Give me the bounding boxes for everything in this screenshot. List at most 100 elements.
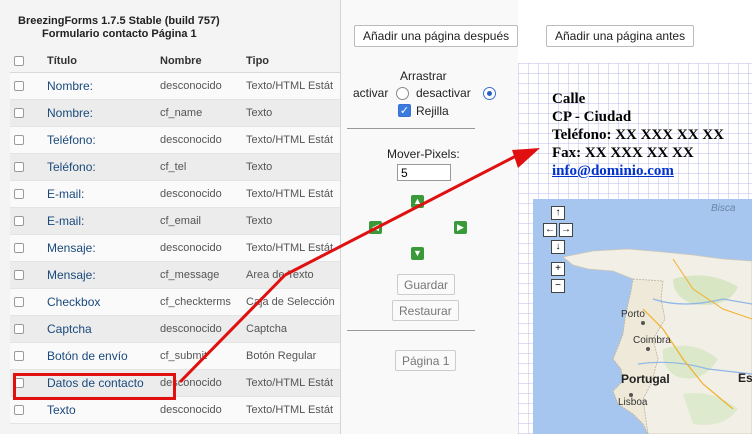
row-checkbox[interactable] xyxy=(14,269,24,280)
map-country-partial: Es xyxy=(738,371,752,385)
elements-table: Título Nombre Tipo Nombre: desconocido Tex… xyxy=(10,50,340,424)
row-title-link[interactable]: Botón de envío xyxy=(43,342,156,370)
form-canvas[interactable]: Calle CP - Ciudad Teléfono: XX XXX XX XX… xyxy=(518,63,752,434)
move-pixels-label: Mover-Pixels: xyxy=(387,147,460,161)
map-zoom-out-button[interactable]: − xyxy=(551,279,565,293)
grid-checkbox[interactable]: ✓ xyxy=(398,104,411,117)
row-title-link[interactable]: Mensaje: xyxy=(43,261,156,289)
table-row[interactable]: E-mail: desconocido Texto/HTML Estát xyxy=(10,180,340,208)
row-select-cell xyxy=(10,288,43,316)
table-row[interactable]: Checkbox cf_checkterms Caja de Selección xyxy=(10,288,340,316)
row-name: cf_submit xyxy=(156,342,242,370)
row-name: desconocido xyxy=(156,72,242,100)
table-row[interactable]: Teléfono: desconocido Texto/HTML Estát xyxy=(10,126,340,154)
drag-label: Arrastrar xyxy=(400,69,447,83)
row-title-link[interactable]: Mensaje: xyxy=(43,234,156,262)
row-checkbox[interactable] xyxy=(14,80,24,91)
activate-radio[interactable] xyxy=(396,87,409,100)
form-elements-panel: BreezingForms 1.7.5 Stable (build 757) F… xyxy=(0,0,341,434)
move-pixels-input[interactable] xyxy=(397,164,451,181)
row-checkbox[interactable] xyxy=(14,161,24,172)
move-left-button[interactable]: ◀ xyxy=(369,221,382,234)
row-checkbox[interactable] xyxy=(14,107,24,118)
row-type: Texto/HTML Estát xyxy=(242,126,340,154)
row-type: Texto/HTML Estát xyxy=(242,234,340,262)
table-row[interactable]: Nombre: cf_name Texto xyxy=(10,99,340,127)
row-checkbox[interactable] xyxy=(14,350,24,361)
table-row[interactable]: Botón de envío cf_submit Botón Regular xyxy=(10,342,340,370)
embedded-map[interactable]: Bisca Porto Coimbra Lisboa Portugal Es ↑… xyxy=(533,199,752,434)
address-fax: Fax: XX XXX XX XX xyxy=(552,145,694,161)
activate-label: activar xyxy=(353,86,389,100)
row-select-cell xyxy=(10,153,43,181)
map-pan-right-button[interactable]: → xyxy=(559,223,573,237)
arrow-right-icon: ▶ xyxy=(457,222,464,232)
row-title-link[interactable]: E-mail: xyxy=(43,207,156,235)
row-title-link[interactable]: E-mail: xyxy=(43,180,156,208)
address-email-link[interactable]: info@dominio.com xyxy=(552,163,674,180)
row-select-cell xyxy=(10,261,43,289)
column-header-title[interactable]: Título xyxy=(43,50,156,73)
deactivate-label: desactivar xyxy=(416,86,471,100)
map-pan-down-button[interactable]: ↓ xyxy=(551,240,565,254)
row-title-link[interactable]: Captcha xyxy=(43,315,156,343)
map-pan-up-button[interactable]: ↑ xyxy=(551,206,565,220)
highlight-box xyxy=(13,373,176,400)
table-row[interactable]: Texto desconocido Texto/HTML Estát xyxy=(10,396,340,424)
select-all-checkbox[interactable] xyxy=(14,55,24,66)
row-checkbox[interactable] xyxy=(14,215,24,226)
row-select-cell xyxy=(10,72,43,100)
elements-table-body: Nombre: desconocido Texto/HTML Estát Nombre… xyxy=(10,72,340,424)
table-row[interactable]: Mensaje: desconocido Texto/HTML Estát xyxy=(10,234,340,262)
checkmark-icon: ✓ xyxy=(399,105,410,117)
row-type: Texto xyxy=(242,207,340,235)
row-checkbox[interactable] xyxy=(14,404,24,415)
column-header-type[interactable]: Tipo xyxy=(242,50,340,73)
row-name: cf_tel xyxy=(156,153,242,181)
row-checkbox[interactable] xyxy=(14,242,24,253)
arrow-up-icon: ▲ xyxy=(413,196,422,206)
row-name: cf_name xyxy=(156,99,242,127)
address-street: Calle xyxy=(552,91,586,107)
row-select-cell xyxy=(10,396,43,424)
row-select-cell xyxy=(10,180,43,208)
add-page-before-button[interactable]: Añadir una página antes xyxy=(546,25,695,47)
map-pan-left-button[interactable]: ← xyxy=(543,223,557,237)
row-title-link[interactable]: Nombre: xyxy=(43,99,156,127)
restore-button[interactable]: Restaurar xyxy=(392,300,459,321)
map-zoom-in-button[interactable]: + xyxy=(551,262,565,276)
deactivate-radio[interactable] xyxy=(483,87,496,100)
select-all-header xyxy=(10,50,43,73)
row-title-link[interactable]: Teléfono: xyxy=(43,153,156,181)
row-checkbox[interactable] xyxy=(14,323,24,334)
add-page-after-button[interactable]: Añadir una página después xyxy=(354,25,519,47)
row-checkbox[interactable] xyxy=(14,134,24,145)
table-row[interactable]: E-mail: cf_email Texto xyxy=(10,207,340,235)
column-header-name[interactable]: Nombre xyxy=(156,50,242,73)
arrow-left-icon: ◀ xyxy=(372,222,379,232)
page-1-button[interactable]: Página 1 xyxy=(395,350,457,371)
row-type: Texto/HTML Estát xyxy=(242,369,340,397)
table-row[interactable]: Captcha desconocido Captcha xyxy=(10,315,340,343)
table-row[interactable]: Teléfono: cf_tel Texto xyxy=(10,153,340,181)
row-checkbox[interactable] xyxy=(14,296,24,307)
row-title-link[interactable]: Checkbox xyxy=(43,288,156,316)
grid-label: Rejilla xyxy=(416,104,449,118)
address-city: CP - Ciudad xyxy=(552,109,632,125)
move-right-button[interactable]: ▶ xyxy=(454,221,467,234)
move-up-button[interactable]: ▲ xyxy=(411,195,424,208)
table-row[interactable]: Mensaje: cf_message Area de Texto xyxy=(10,261,340,289)
row-type: Texto xyxy=(242,99,340,127)
table-row[interactable]: Nombre: desconocido Texto/HTML Estát xyxy=(10,72,340,100)
row-select-cell xyxy=(10,342,43,370)
row-title-link[interactable]: Texto xyxy=(43,396,156,424)
row-title-link[interactable]: Teléfono: xyxy=(43,126,156,154)
map-attribution: Bisca xyxy=(711,203,736,214)
address-phone: Teléfono: XX XXX XX XX xyxy=(552,127,724,143)
panel-header: BreezingForms 1.7.5 Stable (build 757) F… xyxy=(0,0,340,50)
row-checkbox[interactable] xyxy=(14,188,24,199)
row-title-link[interactable]: Nombre: xyxy=(43,72,156,100)
save-button[interactable]: Guardar xyxy=(397,274,456,295)
move-down-button[interactable]: ▼ xyxy=(411,247,424,260)
row-type: Texto xyxy=(242,153,340,181)
